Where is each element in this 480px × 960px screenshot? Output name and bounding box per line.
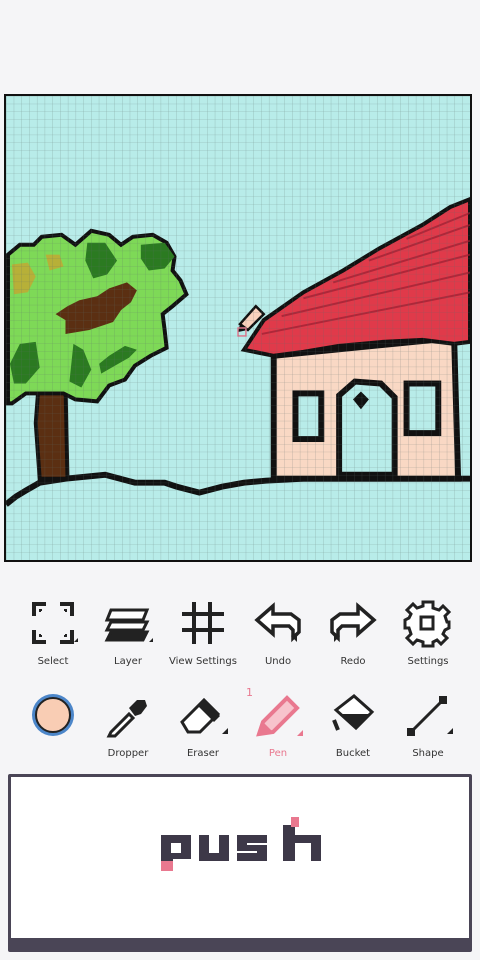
- gear-icon: [403, 600, 452, 648]
- undo-arrow-icon: [254, 602, 301, 643]
- select-label: Select: [37, 656, 69, 667]
- color-swatch-button[interactable]: [13, 686, 93, 766]
- drawing-canvas[interactable]: [4, 94, 472, 562]
- line-shape-icon: [407, 696, 453, 736]
- undo-button[interactable]: Undo: [238, 594, 318, 674]
- bucket-icon: [332, 694, 375, 731]
- push-logo: [161, 817, 321, 871]
- settings-button[interactable]: Settings: [388, 594, 468, 674]
- select-icon: [32, 602, 78, 644]
- shape-label: Shape: [412, 748, 444, 759]
- redo-label: Redo: [340, 656, 366, 667]
- dropper-icon: [106, 700, 147, 738]
- select-tool-button[interactable]: Select: [13, 594, 93, 674]
- toolbar-bottom: Dropper Eraser 1 Pen Bucket Shape: [0, 686, 480, 766]
- color-swatch-icon: [32, 694, 74, 736]
- eraser-icon: [180, 697, 228, 734]
- dropper-tool-button[interactable]: Dropper: [88, 686, 168, 766]
- grid-icon: [182, 602, 224, 644]
- layer-label: Layer: [114, 656, 142, 667]
- toolbar-top: Select Layer View Settings Undo Redo Set…: [0, 594, 480, 674]
- redo-button[interactable]: Redo: [313, 594, 393, 674]
- eraser-tool-button[interactable]: Eraser: [163, 686, 243, 766]
- view-settings-button[interactable]: View Settings: [163, 594, 243, 674]
- pen-size-badge: 1: [246, 686, 253, 699]
- push-button[interactable]: push: [8, 774, 472, 952]
- settings-label: Settings: [407, 656, 449, 667]
- eraser-label: Eraser: [186, 748, 220, 759]
- layer-tool-button[interactable]: Layer: [88, 594, 168, 674]
- undo-label: Undo: [264, 656, 292, 667]
- redo-arrow-icon: [330, 602, 377, 643]
- bucket-tool-button[interactable]: Bucket: [313, 686, 393, 766]
- pen-tool-button[interactable]: 1 Pen: [238, 686, 318, 766]
- layers-icon: [104, 608, 153, 642]
- pen-label: Pen: [268, 748, 288, 759]
- shape-tool-button[interactable]: Shape: [388, 686, 468, 766]
- bucket-label: Bucket: [335, 748, 371, 759]
- pen-icon: [256, 695, 303, 737]
- view-settings-label: View Settings: [169, 656, 237, 667]
- dropper-label: Dropper: [107, 748, 149, 759]
